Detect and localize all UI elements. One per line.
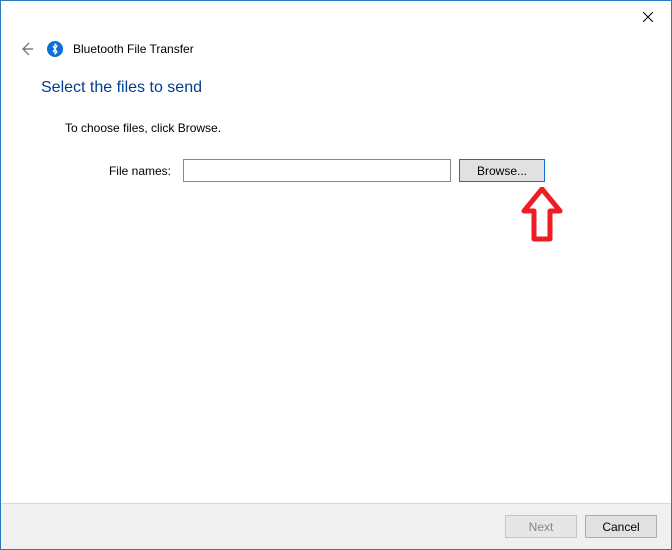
header: Bluetooth File Transfer xyxy=(1,31,671,75)
cancel-button[interactable]: Cancel xyxy=(585,515,657,538)
file-names-row: File names: Browse... xyxy=(65,159,631,182)
footer: Next Cancel xyxy=(1,503,671,549)
file-names-input[interactable] xyxy=(183,159,451,182)
window-title: Bluetooth File Transfer xyxy=(73,42,194,56)
titlebar xyxy=(1,1,671,31)
back-button[interactable] xyxy=(17,39,37,59)
page-heading: Select the files to send xyxy=(41,79,631,97)
annotation-arrow-up xyxy=(520,187,564,245)
back-arrow-icon xyxy=(19,41,35,57)
instruction-text: To choose files, click Browse. xyxy=(65,121,631,135)
close-icon xyxy=(643,12,653,22)
next-button[interactable]: Next xyxy=(505,515,577,538)
bluetooth-icon xyxy=(47,41,63,57)
browse-button[interactable]: Browse... xyxy=(459,159,545,182)
file-names-label: File names: xyxy=(65,164,175,178)
content-area: Select the files to send To choose files… xyxy=(1,79,671,182)
close-button[interactable] xyxy=(625,3,671,31)
